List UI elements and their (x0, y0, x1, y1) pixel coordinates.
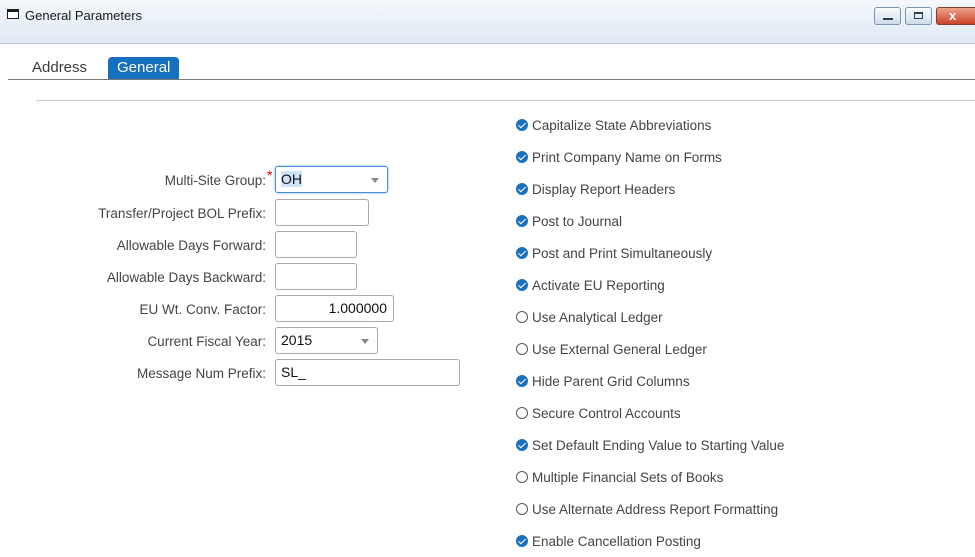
checkbox-label: Capitalize State Abbreviations (532, 118, 712, 133)
checkbox-hide-parent-grid[interactable]: Hide Parent Grid Columns (516, 373, 690, 391)
message-prefix-label: Message Num Prefix: (136, 366, 266, 381)
chevron-down-icon (371, 178, 379, 183)
checkbox-unchecked-icon[interactable] (516, 407, 528, 420)
checkbox-activate-eu-reporting[interactable]: Activate EU Reporting (516, 277, 665, 295)
checkbox-label: Multiple Financial Sets of Books (532, 470, 724, 485)
days-forward-label: Allowable Days Forward: (116, 238, 266, 253)
maximize-button[interactable] (905, 7, 932, 25)
checkbox-label: Use Alternate Address Report Formatting (532, 502, 779, 517)
checkbox-enable-cancellation-posting[interactable]: Enable Cancellation Posting (516, 533, 701, 551)
checkbox-print-company-name[interactable]: Print Company Name on Forms (516, 149, 722, 167)
checkbox-label: Post to Journal (532, 214, 623, 229)
window-title: General Parameters (25, 8, 143, 23)
chevron-down-icon (361, 339, 369, 344)
required-marker: * (267, 167, 273, 183)
checkbox-post-and-print[interactable]: Post and Print Simultaneously (516, 245, 712, 263)
checkbox-alternate-address-formatting[interactable]: Use Alternate Address Report Formatting (516, 501, 778, 519)
minimize-icon (883, 18, 893, 20)
checkbox-unchecked-icon[interactable] (516, 311, 528, 324)
checkbox-unchecked-icon[interactable] (516, 471, 528, 484)
checkbox-default-ending-value[interactable]: Set Default Ending Value to Starting Val… (516, 437, 784, 455)
checkbox-label: Use External General Ledger (532, 342, 707, 357)
close-icon: x (949, 8, 957, 23)
checkbox-label: Secure Control Accounts (532, 406, 681, 421)
fiscal-year-label: Current Fiscal Year: (147, 334, 266, 349)
checkbox-secure-control-accounts[interactable]: Secure Control Accounts (516, 405, 681, 423)
days-forward-input[interactable] (275, 231, 357, 258)
checkbox-unchecked-icon[interactable] (516, 503, 528, 516)
checkbox-post-to-journal[interactable]: Post to Journal (516, 213, 622, 231)
fiscal-year-select[interactable]: 2015 (275, 327, 378, 354)
bol-prefix-label: Transfer/Project BOL Prefix: (98, 206, 266, 221)
section-divider (36, 100, 975, 101)
window-icon (7, 9, 19, 19)
tab-general[interactable]: General (108, 57, 180, 79)
eu-factor-input[interactable]: 1.000000 (275, 295, 394, 322)
checkbox-checked-icon[interactable] (516, 535, 528, 548)
message-prefix-input[interactable]: SL_ (275, 359, 460, 386)
fiscal-year-value: 2015 (281, 332, 313, 348)
checkbox-label: Set Default Ending Value to Starting Val… (532, 438, 785, 453)
checkbox-checked-icon[interactable] (516, 439, 528, 452)
checkbox-label: Print Company Name on Forms (532, 150, 722, 165)
days-backward-label: Allowable Days Backward: (106, 270, 266, 285)
checkbox-checked-icon[interactable] (516, 215, 528, 228)
minimize-button[interactable] (874, 7, 901, 25)
multi-site-group-label: Multi-Site Group: (164, 173, 266, 188)
eu-factor-label: EU Wt. Conv. Factor: (139, 302, 266, 317)
title-bar: General Parameters x (0, 0, 975, 44)
checkbox-label: Activate EU Reporting (532, 278, 665, 293)
checkbox-label: Hide Parent Grid Columns (532, 374, 690, 389)
checkbox-checked-icon[interactable] (516, 183, 528, 196)
maximize-icon (914, 12, 923, 19)
checkbox-multiple-financial-sets[interactable]: Multiple Financial Sets of Books (516, 469, 723, 487)
tab-divider (8, 79, 975, 80)
bol-prefix-input[interactable] (275, 199, 369, 226)
checkbox-checked-icon[interactable] (516, 279, 528, 292)
checkbox-checked-icon[interactable] (516, 151, 528, 164)
checkbox-analytical-ledger[interactable]: Use Analytical Ledger (516, 309, 663, 327)
checkbox-label: Enable Cancellation Posting (532, 534, 701, 549)
checkbox-capitalize-state[interactable]: Capitalize State Abbreviations (516, 117, 711, 135)
multi-site-group-select[interactable]: OH (275, 166, 388, 193)
checkbox-label: Use Analytical Ledger (532, 310, 663, 325)
tab-address[interactable]: Address (32, 57, 87, 79)
checkbox-unchecked-icon[interactable] (516, 343, 528, 356)
checkbox-label: Post and Print Simultaneously (532, 246, 713, 261)
checkbox-label: Display Report Headers (532, 182, 676, 197)
days-backward-input[interactable] (275, 263, 357, 290)
close-button[interactable]: x (936, 7, 975, 25)
checkbox-checked-icon[interactable] (516, 247, 528, 260)
checkbox-checked-icon[interactable] (516, 119, 528, 132)
multi-site-group-value: OH (281, 171, 302, 187)
checkbox-display-report-headers[interactable]: Display Report Headers (516, 181, 675, 199)
checkbox-external-general-ledger[interactable]: Use External General Ledger (516, 341, 707, 359)
checkbox-checked-icon[interactable] (516, 375, 528, 388)
